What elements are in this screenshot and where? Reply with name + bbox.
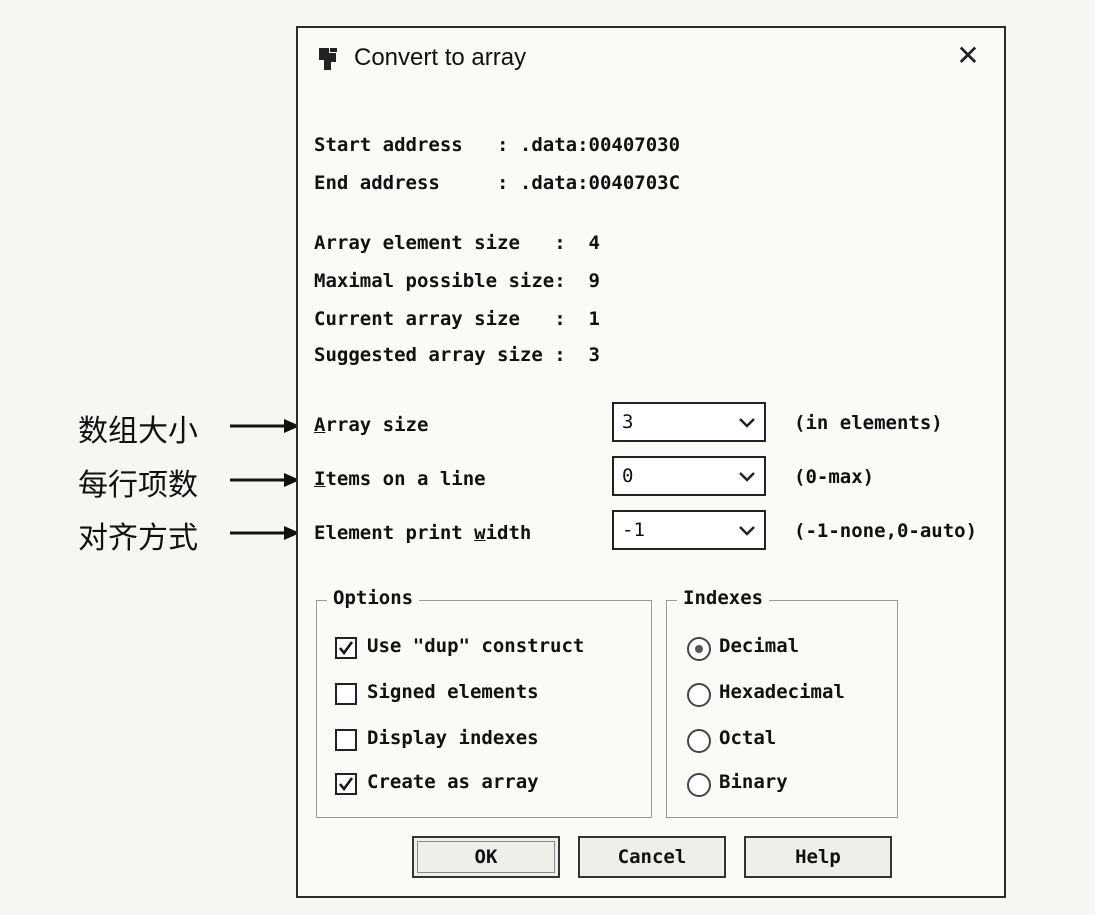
indexes-group-title: Indexes — [677, 587, 770, 609]
arrow-icon — [230, 419, 300, 433]
items-on-line-combobox[interactable]: 0 — [612, 456, 766, 496]
help-button[interactable]: Help — [744, 836, 892, 878]
title-bar[interactable]: Convert to array ✕ — [298, 28, 1004, 90]
element-print-width-label: Element print width — [314, 522, 532, 544]
close-icon[interactable]: ✕ — [954, 40, 982, 72]
items-on-line-hint: (0-max) — [794, 466, 875, 488]
ok-button[interactable]: OK — [412, 836, 560, 878]
chevron-down-icon[interactable] — [738, 524, 756, 538]
annotation-alignment: 对齐方式 — [78, 521, 198, 556]
radio-selected-dot — [695, 645, 703, 653]
array-size-value: 3 — [622, 411, 634, 433]
end-address: End address : .data:0040703C — [314, 172, 681, 194]
array-size-combobox[interactable]: 3 — [612, 402, 766, 442]
checkbox[interactable] — [335, 773, 357, 795]
radio-button[interactable] — [687, 637, 711, 661]
checkmark-icon — [339, 777, 354, 792]
arrow-icon — [230, 473, 300, 487]
options-group-title: Options — [327, 587, 420, 609]
radio-button[interactable] — [687, 773, 711, 797]
indexes-group: Indexes Decimal Hexadecimal Octal Binary — [666, 587, 898, 818]
element-print-width-hint: (-1-none,0-auto) — [794, 520, 978, 542]
dialog-title: Convert to array — [354, 44, 527, 71]
checkbox[interactable] — [335, 637, 357, 659]
annotation-items-per-line: 每行项数 — [78, 468, 198, 503]
options-group: Options Use "dup" construct Signed eleme… — [316, 587, 652, 818]
checkbox[interactable] — [335, 683, 357, 705]
radio-button[interactable] — [687, 729, 711, 753]
array-size-label: Array size — [314, 414, 429, 436]
maximal-possible-size: Maximal possible size: 9 — [314, 270, 600, 292]
checkbox[interactable] — [335, 729, 357, 751]
element-print-width-combobox[interactable]: -1 — [612, 510, 766, 550]
annotation-array-size: 数组大小 — [78, 414, 198, 449]
start-address: Start address : .data:00407030 — [314, 134, 681, 156]
items-on-line-label: Items on a line — [314, 468, 486, 490]
checkmark-icon — [339, 641, 354, 656]
array-size-hint: (in elements) — [794, 412, 943, 434]
cancel-button[interactable]: Cancel — [578, 836, 726, 878]
arrow-icon — [230, 526, 300, 540]
current-array-size: Current array size : 1 — [314, 308, 600, 330]
items-on-line-value: 0 — [622, 465, 634, 487]
suggested-array-size: Suggested array size : 3 — [314, 344, 600, 366]
array-element-size: Array element size : 4 — [314, 232, 600, 254]
radio-button[interactable] — [687, 683, 711, 707]
element-print-width-value: -1 — [622, 519, 645, 541]
ida-app-icon — [319, 48, 337, 70]
convert-to-array-dialog: Convert to array ✕ Start address : .data… — [296, 26, 1006, 898]
chevron-down-icon[interactable] — [738, 470, 756, 484]
chevron-down-icon[interactable] — [738, 416, 756, 430]
